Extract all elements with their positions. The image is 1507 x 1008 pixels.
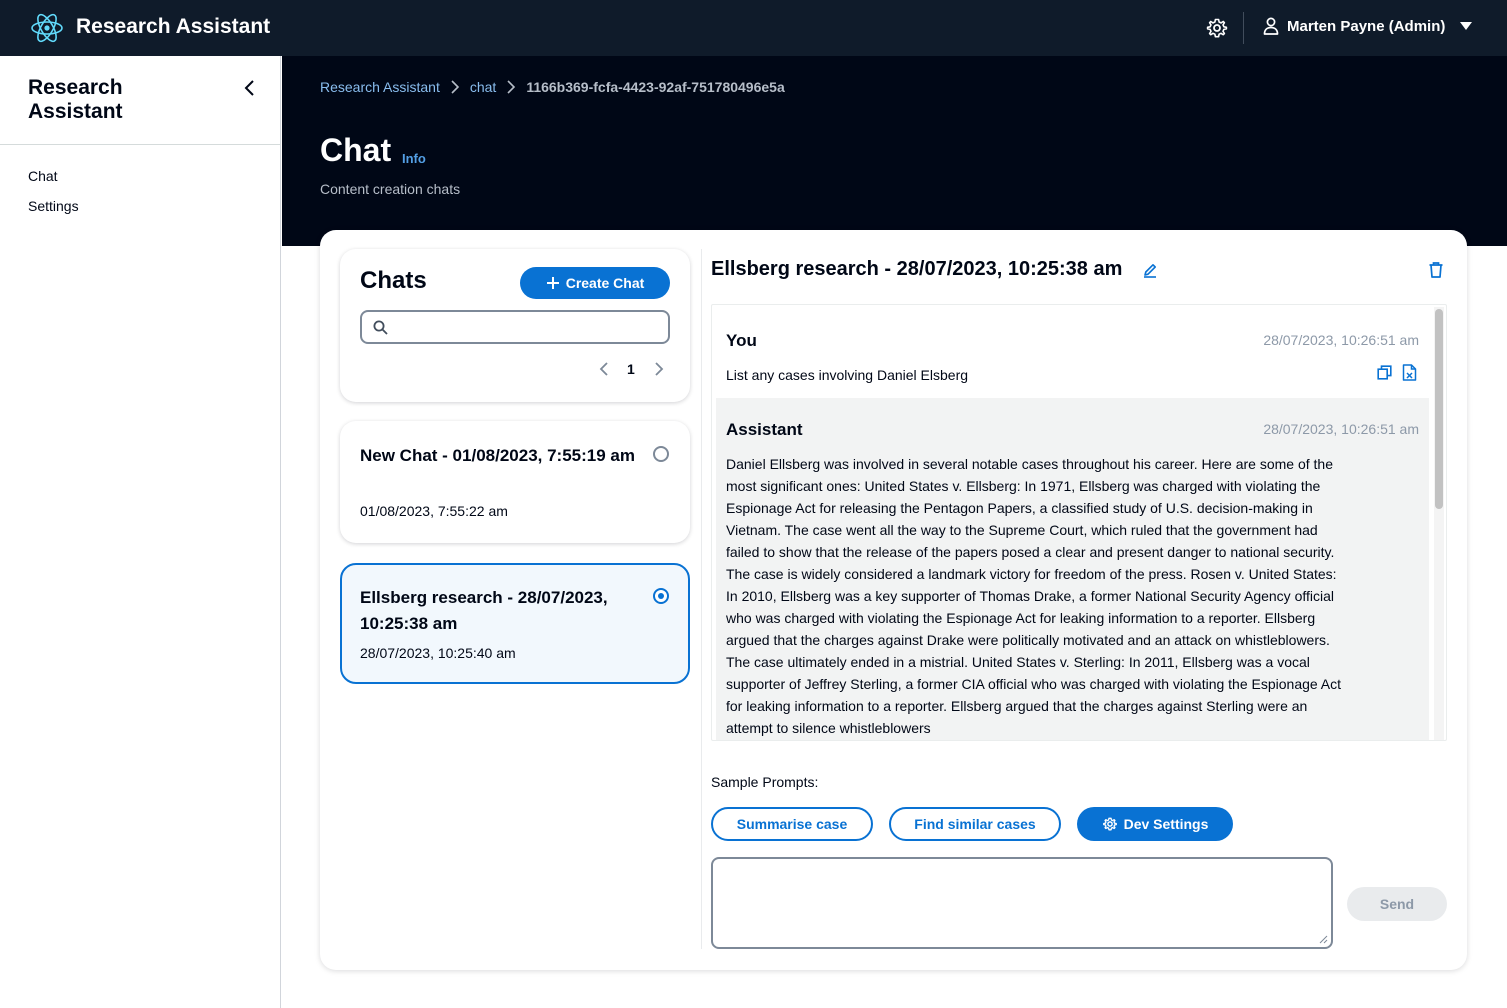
breadcrumb-current: 1166b369-fcfa-4423-92af-751780496e5a — [526, 79, 785, 95]
message-assistant: Assistant 28/07/2023, 10:26:51 am Daniel… — [716, 398, 1429, 740]
message-author: You — [726, 331, 757, 350]
message-list[interactable]: You 28/07/2023, 10:26:51 am List any cas… — [711, 304, 1447, 741]
sidebar-item-settings[interactable]: Settings — [28, 198, 79, 228]
collapse-chevron-left-icon[interactable] — [240, 78, 260, 98]
chevron-right-icon — [507, 80, 516, 94]
prompt-input-field[interactable] — [711, 857, 1333, 949]
info-link[interactable]: Info — [402, 151, 426, 166]
chat-search-input[interactable] — [398, 316, 658, 338]
edit-pencil-icon[interactable] — [1142, 262, 1158, 278]
page-description: Content creation chats — [320, 181, 461, 197]
message-user: You 28/07/2023, 10:26:51 am List any cas… — [716, 305, 1429, 397]
user-name: Marten Payne (Admin) — [1287, 17, 1446, 35]
create-chat-button[interactable]: Create Chat — [520, 267, 670, 299]
sidebar-links: Chat Settings — [28, 168, 79, 228]
conversation-title: Ellsberg research - 28/07/2023, 10:25:38… — [711, 258, 1123, 280]
scrollbar-thumb[interactable] — [1435, 309, 1443, 509]
export-file-icon[interactable] — [1402, 364, 1417, 381]
app-title[interactable]: Research Assistant — [76, 15, 270, 39]
breadcrumb-research-assistant[interactable]: Research Assistant — [320, 79, 440, 95]
search-icon — [373, 320, 388, 335]
chat-item-title: Ellsberg research - 28/07/2023, 10:25:38… — [360, 588, 608, 633]
settings-gear-icon[interactable] — [1205, 16, 1229, 40]
plus-icon — [546, 277, 559, 289]
sample-prompts-label: Sample Prompts: — [711, 774, 819, 790]
page-title: Chat — [320, 132, 392, 168]
sidebar-separator — [0, 144, 280, 145]
pagination-current-page[interactable]: 1 — [627, 361, 635, 377]
react-logo-icon[interactable] — [30, 11, 64, 45]
message-text: Daniel Ellsberg was involved in several … — [726, 456, 1342, 736]
delete-trash-icon[interactable] — [1427, 261, 1445, 279]
breadcrumb-chat[interactable]: chat — [470, 79, 496, 95]
caret-down-icon[interactable] — [1460, 22, 1472, 30]
find-similar-cases-button[interactable]: Find similar cases — [889, 807, 1061, 841]
message-scrollbar[interactable] — [1434, 307, 1444, 740]
pagination-next-icon[interactable] — [652, 361, 666, 377]
message-timestamp: 28/07/2023, 10:26:51 am — [1263, 421, 1419, 437]
panel-divider — [701, 249, 702, 949]
chat-item-radio-selected[interactable] — [653, 588, 669, 604]
chat-list-item-selected[interactable]: Ellsberg research - 28/07/2023, 10:25:38… — [340, 563, 690, 684]
user-menu[interactable]: Marten Payne (Admin) — [1263, 17, 1445, 35]
chat-item-date: 28/07/2023, 10:25:40 am — [360, 645, 516, 661]
chats-heading: Chats — [360, 267, 427, 294]
dev-settings-button[interactable]: Dev Settings — [1077, 807, 1233, 841]
send-button[interactable]: Send — [1347, 887, 1447, 921]
copy-icon[interactable] — [1377, 365, 1392, 380]
resize-grip-icon[interactable] — [1318, 934, 1328, 944]
prompt-textarea[interactable] — [721, 867, 1321, 939]
message-timestamp: 28/07/2023, 10:26:51 am — [1263, 332, 1419, 348]
chat-item-radio[interactable] — [653, 446, 669, 462]
nav-divider — [1243, 12, 1244, 44]
create-chat-label: Create Chat — [565, 275, 645, 291]
summarise-case-button[interactable]: Summarise case — [711, 807, 873, 841]
dev-settings-label: Dev Settings — [1123, 816, 1209, 832]
user-icon — [1263, 17, 1279, 35]
gear-icon — [1102, 817, 1117, 831]
chat-item-title: New Chat - 01/08/2023, 7:55:19 am — [360, 446, 635, 465]
message-author: Assistant — [726, 420, 803, 439]
chevron-right-icon — [451, 80, 459, 94]
chat-item-date: 01/08/2023, 7:55:22 am — [360, 503, 508, 519]
sidebar-item-chat[interactable]: Chat — [28, 168, 79, 198]
side-navigation: Research Assistant Chat Settings — [0, 56, 281, 1008]
chat-search-field[interactable] — [360, 310, 670, 344]
breadcrumb: Research Assistant chat 1166b369-fcfa-44… — [320, 79, 785, 95]
message-text: List any cases involving Daniel Elsberg — [726, 367, 969, 383]
pagination-previous-icon[interactable] — [597, 361, 611, 377]
chat-list-item[interactable]: New Chat - 01/08/2023, 7:55:19 am 01/08/… — [340, 421, 690, 543]
sidebar-title[interactable]: Research Assistant — [28, 76, 208, 124]
top-navigation: Research Assistant Marten Payne (Admin) — [0, 0, 1507, 56]
